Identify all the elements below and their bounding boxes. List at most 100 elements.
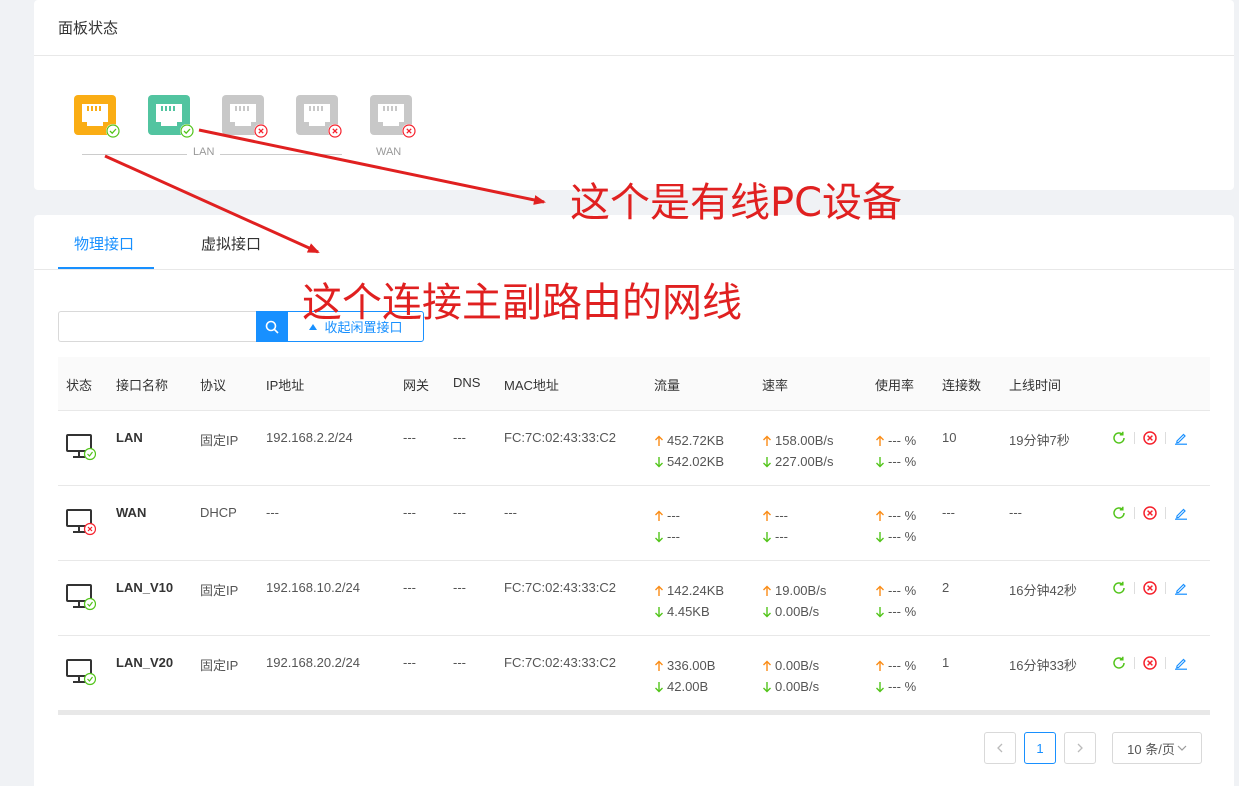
arrow-down-icon — [876, 456, 884, 467]
action-separator — [1134, 582, 1135, 594]
search-input[interactable] — [58, 311, 256, 342]
interface-mac: FC:7C:02:43:33:C2 — [504, 430, 617, 445]
arrow-up-icon — [655, 660, 663, 671]
usage-down: --- % — [888, 679, 917, 694]
interface-connections: 1 — [942, 655, 950, 670]
traffic-cell: --- --- — [654, 505, 680, 547]
rate-down: 0.00B/s — [775, 604, 820, 619]
wan-group-label: WAN — [370, 146, 408, 158]
refresh-button[interactable] — [1111, 430, 1127, 446]
refresh-icon — [1113, 431, 1125, 444]
close-circle-icon — [1143, 656, 1157, 670]
port-4[interactable] — [296, 95, 342, 138]
disconnect-button[interactable] — [1142, 580, 1158, 596]
port-3[interactable] — [222, 95, 268, 138]
port-1[interactable] — [74, 95, 120, 138]
interface-name: WAN — [116, 505, 147, 520]
interface-ip: 192.168.20.2/24 — [266, 655, 360, 670]
edit-button[interactable] — [1173, 580, 1189, 596]
interface-protocol: 固定IP — [200, 658, 239, 673]
next-page-button[interactable] — [1064, 732, 1096, 764]
header-gateway: 网关 — [403, 378, 430, 393]
action-separator — [1134, 507, 1135, 519]
table-row: LAN_V10 固定IP 192.168.10.2/24 --- --- FC:7C:02… — [58, 561, 1210, 636]
usage-cell: --- % --- % — [875, 505, 916, 547]
disconnect-button[interactable] — [1142, 505, 1158, 521]
interface-name: LAN — [116, 430, 143, 445]
table-header: 状态 接口名称 协议 IP地址 网关 DNS MAC地址 流量 速率 使用率 连… — [58, 357, 1210, 411]
divider — [34, 55, 1234, 56]
tab-virtual-interfaces[interactable]: 虚拟接口 — [201, 233, 261, 254]
rate-cell: --- --- — [762, 505, 788, 547]
usage-down: --- % — [888, 604, 917, 619]
edit-button[interactable] — [1173, 430, 1189, 446]
arrow-up-icon — [763, 510, 771, 521]
prev-page-button[interactable] — [984, 732, 1016, 764]
arrow-down-icon — [655, 531, 663, 542]
header-status: 状态 — [66, 378, 93, 393]
traffic-cell: 142.24KB 4.45KB — [654, 580, 724, 622]
traffic-up: --- — [667, 508, 680, 523]
page-number-button[interactable]: 1 — [1024, 732, 1056, 764]
action-separator — [1165, 582, 1166, 594]
port-5[interactable] — [370, 95, 416, 138]
header-dns: DNS — [453, 375, 481, 390]
edit-icon — [1175, 433, 1187, 445]
traffic-down: 542.02KB — [667, 454, 725, 469]
edit-button[interactable] — [1173, 655, 1189, 671]
port-2[interactable] — [148, 95, 194, 138]
arrow-up-icon — [655, 585, 663, 596]
monitor-status-icon — [66, 509, 96, 536]
refresh-icon — [1113, 656, 1125, 669]
disconnected-x-icon — [402, 124, 416, 138]
arrow-up-icon — [655, 510, 663, 521]
row-actions — [1111, 580, 1189, 596]
table-scrollbar[interactable] — [58, 711, 1210, 715]
search-button[interactable] — [256, 311, 287, 342]
usage-up: --- % — [888, 433, 917, 448]
interface-mac: FC:7C:02:43:33:C2 — [504, 580, 617, 595]
disconnect-button[interactable] — [1142, 655, 1158, 671]
tab-physical-interfaces[interactable]: 物理接口 — [74, 233, 134, 254]
arrow-down-icon — [876, 606, 884, 617]
arrow-up-icon — [763, 585, 771, 596]
table-row: LAN_V20 固定IP 192.168.20.2/24 --- --- FC:7C:02… — [58, 636, 1210, 711]
refresh-button[interactable] — [1111, 505, 1127, 521]
rate-up: --- — [775, 508, 788, 523]
chevron-right-icon — [1077, 743, 1083, 753]
page-size-select[interactable]: 10 条/页 — [1112, 732, 1202, 764]
rate-up: 0.00B/s — [775, 658, 820, 673]
annotation-cable: 这个连接主副路由的网线 — [302, 280, 742, 326]
close-circle-icon — [1143, 506, 1157, 520]
traffic-cell: 336.00B 42.00B — [654, 655, 715, 697]
usage-down: --- % — [888, 454, 917, 469]
interface-protocol: 固定IP — [200, 433, 239, 448]
monitor-status-icon — [66, 584, 96, 611]
interface-uptime: 16分钟42秒 — [1009, 583, 1077, 598]
rate-up: 158.00B/s — [775, 433, 834, 448]
traffic-cell: 452.72KB 542.02KB — [654, 430, 724, 472]
interface-gateway: --- — [403, 505, 416, 520]
pagination: 1 10 条/页 — [984, 732, 1202, 764]
refresh-button[interactable] — [1111, 655, 1127, 671]
arrow-down-icon — [763, 606, 771, 617]
header-protocol: 协议 — [200, 378, 227, 393]
connected-check-icon — [106, 124, 120, 138]
panel-status-card: 面板状态 LAN WAN — [34, 0, 1234, 190]
interface-name: LAN_V10 — [116, 580, 174, 595]
refresh-button[interactable] — [1111, 580, 1127, 596]
interface-connections: --- — [942, 505, 955, 520]
interface-dns: --- — [453, 580, 466, 595]
disconnect-button[interactable] — [1142, 430, 1158, 446]
lan-group-label: LAN — [187, 146, 221, 158]
arrow-up-icon — [763, 660, 771, 671]
annotation-pc-device: 这个是有线PC设备 — [570, 180, 903, 226]
action-separator — [1165, 507, 1166, 519]
page-size-value: 10 条/页 — [1127, 741, 1175, 757]
disconnected-x-icon — [328, 124, 342, 138]
interface-gateway: --- — [403, 580, 416, 595]
interface-connections: 2 — [942, 580, 950, 595]
rate-down: 227.00B/s — [775, 454, 834, 469]
arrow-down-icon — [876, 531, 884, 542]
edit-button[interactable] — [1173, 505, 1189, 521]
